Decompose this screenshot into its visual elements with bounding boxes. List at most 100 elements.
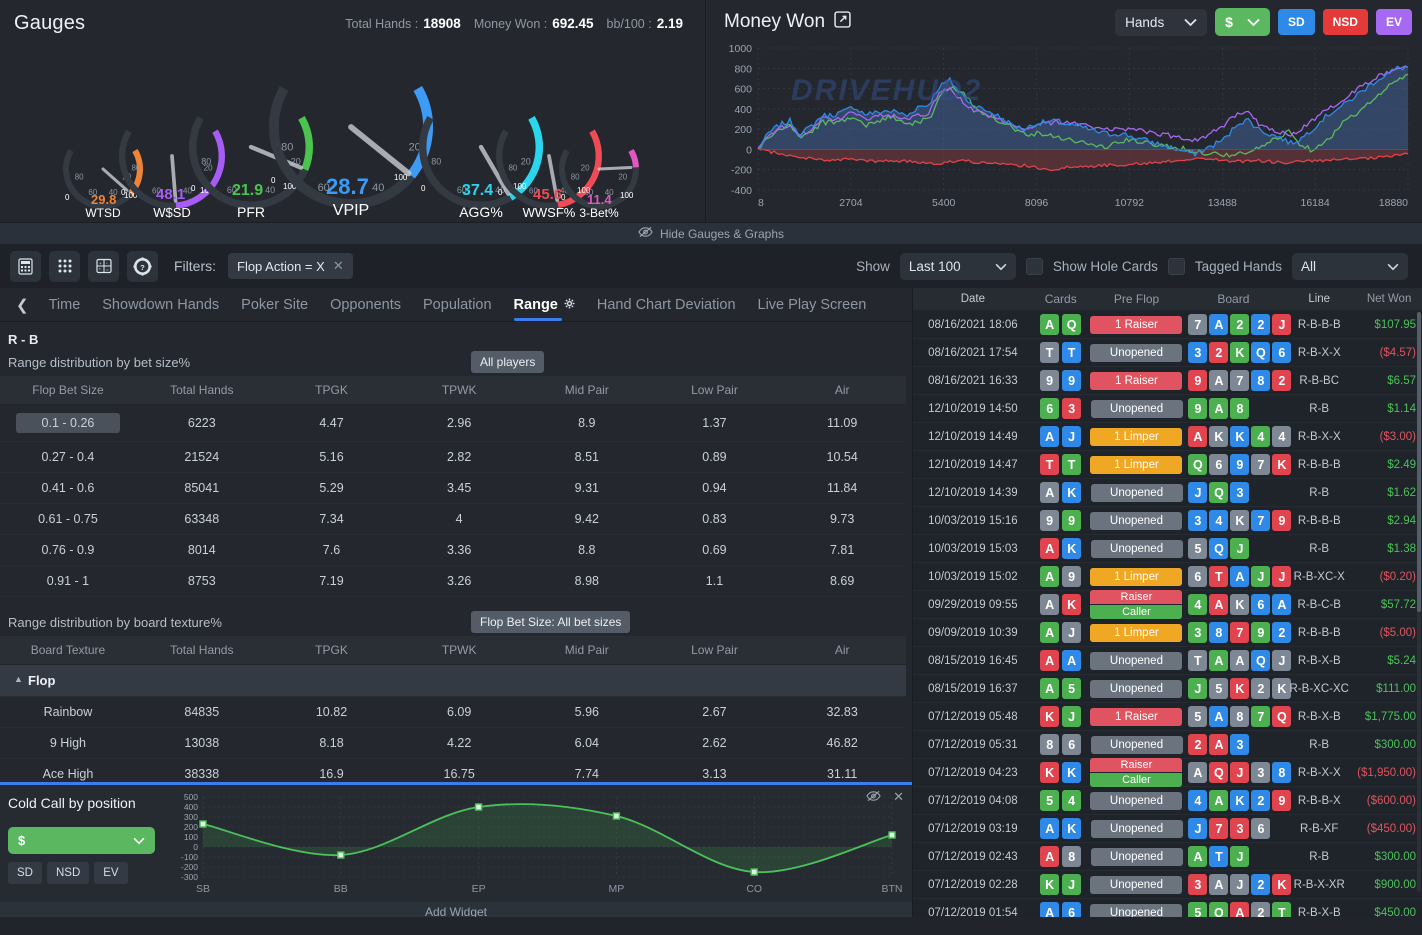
col-mid-pair[interactable]: Mid Pair [522,376,651,405]
eye-off-icon[interactable] [866,790,881,805]
hand-row[interactable]: 07/12/2019 01:54 A 6 Unopened 5 Q A 2 T R-B-X-B $4… [913,899,1422,917]
close-icon[interactable]: ✕ [893,789,904,805]
hand-date: 08/16/2021 18:06 [928,318,1018,331]
hand-date: 08/15/2019 16:37 [928,682,1018,695]
nsd-toggle-button[interactable]: NSD [1322,9,1368,35]
hand-row[interactable]: 07/12/2019 02:43 A 8 Unopened A T J R-B $300.00 [913,843,1422,871]
hand-row[interactable]: 08/16/2021 17:54 T T Unopened 3 2 K Q 6 R-B-X-X ($… [913,339,1422,367]
col-tpgk[interactable]: TPGK [267,376,396,405]
card: K [1062,594,1082,615]
hand-row[interactable]: 12/10/2019 14:39 A K Unopened J Q 3 R-B $1.62 [913,479,1422,507]
col-air[interactable]: Air [778,376,906,405]
hole-cards: 54 [1033,790,1089,811]
table-row[interactable]: Rainbow 84835 10.82 6.09 5.96 2.67 32.83 [0,696,906,728]
col-tpwk[interactable]: TPWK [395,376,523,405]
hand-row[interactable]: 12/10/2019 14:47 T T 1 Limper Q 6 9 7 K R-B-B-B $2… [913,451,1422,479]
table-group-row[interactable]: ▲ Flop [0,664,906,697]
col-total-hands[interactable]: Total Hands [135,636,268,665]
hand-row[interactable]: 10/03/2019 15:02 A 9 1 Limper 6 T A J J R-B-XC-X(… [913,563,1422,591]
add-widget-button[interactable]: Add Widget [0,902,912,917]
filter-chip-flop-action[interactable]: Flop Action = X ✕ [228,253,353,279]
hand-row[interactable]: 07/12/2019 05:48 K J 1 Raiser 5 A 8 7 Q R-B-X-B $1… [913,703,1422,731]
tab-range[interactable]: Range [503,288,586,322]
tab-time[interactable]: Time [38,288,92,322]
hand-row[interactable]: 09/29/2019 09:55 A K Raiser Caller 4 A K 6 A R-B-C… [913,590,1422,619]
col-board-texture[interactable]: Board Texture [0,636,136,665]
bet-size-table[interactable]: Flop Bet Size Total Hands TPGK TPWK Mid Pair… [0,376,906,597]
hand-row[interactable]: 07/12/2019 02:28 K J Unopened 3 A J 2 K R-B-X-XR $… [913,871,1422,899]
cell: 1.37 [650,404,779,442]
board-cards: Q697K [1184,454,1292,475]
table-row[interactable]: 0.76 - 0.9 8014 7.6 3.36 8.8 0.69 7.81 [0,534,906,566]
table-row[interactable]: 0.41 - 0.6 85041 5.29 3.45 9.31 0.94 11.84 [0,472,906,504]
hand-row[interactable]: 08/16/2021 18:06 A Q 1 Raiser 7 A 2 2 J R-B-B-B $1… [913,311,1422,339]
tab-population[interactable]: Population [412,288,503,322]
col-air[interactable]: Air [778,636,906,665]
col-low-pair[interactable]: Low Pair [650,636,779,665]
close-icon[interactable]: ✕ [333,258,344,274]
hand-row[interactable]: 08/16/2021 16:33 9 9 1 Raiser 9 A 7 8 2 R-B-BC $6.… [913,367,1422,395]
show-count-select[interactable]: Last 100 [899,252,1016,280]
hand-row[interactable]: 08/15/2019 16:37 A 5 Unopened J 5 K 2 K R-B-XC-XC… [913,675,1422,703]
hands-table-body[interactable]: 08/16/2021 18:06 A Q 1 Raiser 7 A 2 2 J R-B-B-B $1… [913,311,1422,917]
col-flop-bet-size[interactable]: Flop Bet Size [0,376,136,405]
tab-showdown-hands[interactable]: Showdown Hands [91,288,230,322]
ev-toggle-button[interactable]: EV [1375,9,1412,35]
calculator-icon[interactable] [10,250,41,282]
table-row[interactable]: 0.91 - 1 8753 7.19 3.26 8.98 1.1 8.69 [0,565,906,597]
card: J [1251,566,1271,587]
widget-currency-select[interactable]: $ [8,827,155,854]
table-row[interactable]: 9 High 13038 8.18 4.22 6.04 2.62 46.82 [0,727,906,759]
col-low-pair[interactable]: Low Pair [650,376,779,405]
show-hole-cards-checkbox[interactable] [1025,257,1043,275]
hand-row[interactable]: 07/12/2019 05:31 8 6 Unopened 2 A 3 R-B $300.00 [913,731,1422,759]
col-tpgk[interactable]: TPGK [267,636,396,665]
gear-icon[interactable] [564,297,575,313]
sd-toggle-button[interactable]: SD [1277,9,1315,35]
widget-ev-button[interactable]: EV [94,862,128,884]
external-link-icon[interactable] [834,11,851,33]
table-row[interactable]: 0.1 - 0.26 6223 4.47 2.96 8.9 1.37 11.09 [0,404,906,442]
poker-chip-help-icon[interactable]: ? [127,250,158,282]
money-won-chart[interactable]: DRIVEHUD2 1000 800 600 400 200 0 -200 -400 8 2704… [706,38,1422,216]
tab-hand-chart-deviation[interactable]: Hand Chart Deviation [586,288,747,322]
table-row[interactable]: 0.61 - 0.75 63348 7.34 4 9.42 0.83 9.73 [0,503,906,535]
hand-row[interactable]: 12/10/2019 14:50 6 3 Unopened 9 A 8 R-B $1.14 [913,395,1422,423]
col-total-hands[interactable]: Total Hands [135,376,268,405]
col-mid-pair[interactable]: Mid Pair [522,636,651,665]
board-cards: TAAQJ [1184,650,1292,671]
tab-opponents[interactable]: Opponents [319,288,412,322]
hand-row[interactable]: 08/15/2019 16:45 A A Unopened T A A Q J R-B-X-B $5… [913,647,1422,675]
hand-row[interactable]: 10/03/2019 15:03 A K Unopened 5 Q J R-B $1.38 [913,535,1422,563]
all-players-button[interactable]: All players [471,351,545,373]
hands-scrollbar[interactable] [1417,312,1421,892]
col-tpwk[interactable]: TPWK [395,636,523,665]
flop-bet-size-button[interactable]: Flop Bet Size: All bet sizes [471,611,631,633]
table-row[interactable]: 0.27 - 0.4 21524 5.16 2.82 8.51 0.89 10.54 [0,441,906,473]
widget-nsd-button[interactable]: NSD [46,862,90,884]
grid-dots-icon[interactable] [49,250,80,282]
widget-sd-button[interactable]: SD [8,862,42,884]
hand-row[interactable]: 07/12/2019 04:08 5 4 Unopened 4 A K 2 9 R-B-B-X ($… [913,787,1422,815]
hand-row[interactable]: 12/10/2019 14:49 A J 1 Limper A K K 4 4 R-B-X-X ($… [913,423,1422,451]
hand-row[interactable]: 07/12/2019 03:19 A K Unopened J 7 3 6 R-B-XF ($45… [913,815,1422,843]
tagged-hands-select[interactable]: All [1292,252,1408,280]
hand-row[interactable]: 07/12/2019 04:23 K K Raiser Caller A Q J 3 8 R-B-X… [913,758,1422,787]
show-label: Show [856,258,890,274]
card: 9 [1040,510,1060,531]
preflop-tag: Unopened [1090,399,1183,418]
report-icon[interactable]: + - * = [88,250,119,282]
tab-live-play-screen[interactable]: Live Play Screen [747,288,878,322]
tagged-hands-checkbox[interactable] [1167,257,1185,275]
svg-text:BTN: BTN [882,883,903,895]
money-won-panel: Money Won Hands $ SD NSD EV DRIVEHUD2 10… [706,0,1422,222]
x-axis-select[interactable]: Hands [1115,8,1208,36]
chevron-left-icon[interactable]: ❮ [6,296,38,314]
hand-row[interactable]: 09/09/2019 10:39 A J 1 Limper 3 8 7 9 2 R-B-B-B ($… [913,619,1422,647]
hide-gauges-bar[interactable]: Hide Gauges & Graphs [0,222,1422,244]
cell: 7.34 [267,503,396,535]
card: A [1040,594,1060,615]
hand-row[interactable]: 10/03/2019 15:16 9 9 Unopened 3 4 K 7 9 R-B-B-B $2… [913,507,1422,535]
tab-poker-site[interactable]: Poker Site [230,288,319,322]
currency-select[interactable]: $ [1215,8,1270,36]
